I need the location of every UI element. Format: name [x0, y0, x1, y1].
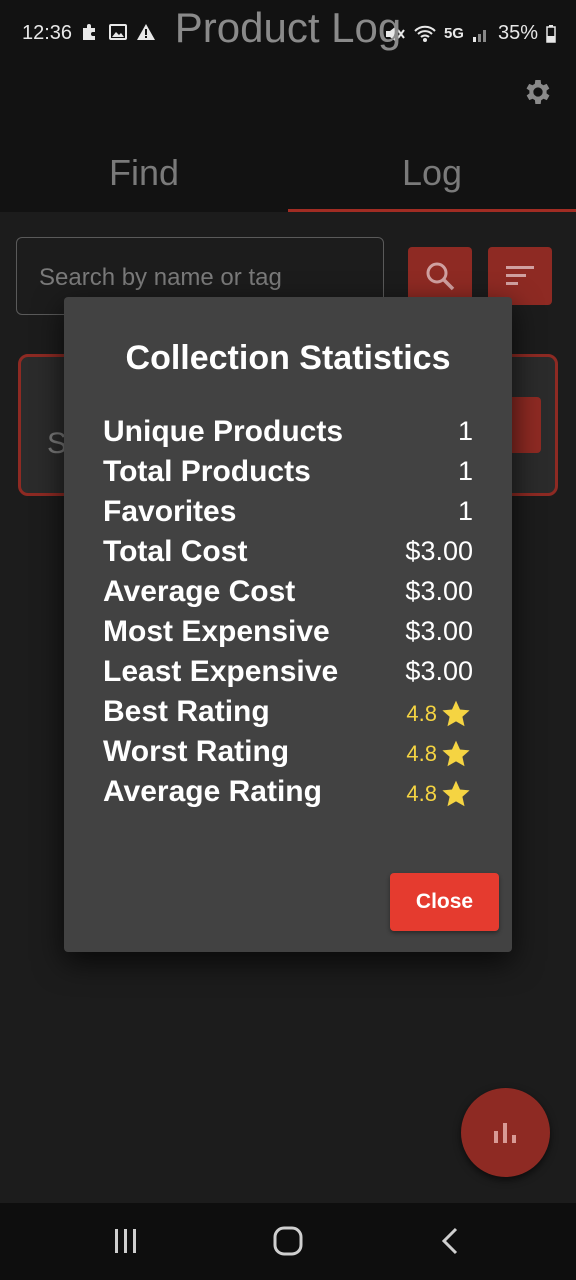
stat-value: $3.00: [405, 536, 473, 566]
stat-row-total-cost: Total Cost $3.00: [103, 535, 473, 575]
stat-row-least-expensive: Least Expensive $3.00: [103, 655, 473, 695]
tab-bar: Find Log: [0, 144, 576, 212]
rating-value: 4.8: [406, 698, 473, 730]
stat-value: 1: [457, 496, 473, 526]
back-icon[interactable]: [430, 1225, 470, 1257]
stat-row-favorites: Favorites 1: [103, 495, 473, 535]
gear-icon[interactable]: [522, 76, 554, 108]
star-icon: [442, 700, 470, 727]
stat-label: Favorites: [103, 495, 237, 528]
bar-chart-icon: [494, 1123, 516, 1143]
recent-apps-icon[interactable]: [106, 1225, 146, 1257]
stat-label: Average Rating: [103, 775, 322, 808]
stat-label: Average Cost: [103, 575, 296, 608]
stat-label: Most Expensive: [103, 615, 330, 648]
stat-value: 1: [457, 416, 473, 446]
stat-value: 1: [457, 456, 473, 486]
dialog-title: Collection Statistics: [125, 339, 451, 377]
stat-row-average-cost: Average Cost $3.00: [103, 575, 473, 615]
stat-label: Total Cost: [103, 535, 248, 568]
stat-label: Unique Products: [103, 415, 344, 448]
stat-row-average-rating: Average Rating 4.8: [103, 775, 473, 815]
stat-row-total-products: Total Products 1: [103, 455, 473, 495]
app-bar: Product Log Find Log: [0, 4, 576, 212]
statistics-dialog: Collection Statistics Unique Products 1 …: [64, 297, 512, 952]
rating-value: 4.8: [406, 778, 473, 810]
stat-label: Best Rating: [103, 695, 270, 728]
rating-value: 4.8: [406, 738, 473, 770]
stat-label: Worst Rating: [103, 735, 290, 768]
stat-row-best-rating: Best Rating 4.8: [103, 695, 473, 735]
star-icon: [442, 780, 470, 807]
statistics-fab[interactable]: [461, 1088, 550, 1177]
star-icon: [442, 740, 470, 767]
system-nav-bar: [0, 1203, 576, 1280]
tab-log[interactable]: Log: [288, 144, 576, 212]
home-icon[interactable]: [268, 1225, 308, 1257]
search-icon: [426, 262, 455, 291]
sort-icon: [506, 266, 534, 285]
stat-row-worst-rating: Worst Rating 4.8: [103, 735, 473, 775]
search-placeholder: Search by name or tag: [39, 264, 282, 291]
stat-value: $3.00: [405, 656, 473, 686]
stat-label: Total Products: [103, 455, 311, 488]
stat-value: $3.00: [405, 576, 473, 606]
stat-label: Least Expensive: [103, 655, 339, 688]
stat-row-most-expensive: Most Expensive $3.00: [103, 615, 473, 655]
rating-number: 4.8: [406, 701, 437, 726]
stats-list: Unique Products 1 Total Products 1 Favor…: [103, 415, 473, 815]
close-button[interactable]: Close: [390, 873, 499, 931]
stat-value: $3.00: [405, 616, 473, 646]
stat-row-unique-products: Unique Products 1: [103, 415, 473, 455]
page-title: Product Log: [174, 4, 402, 51]
rating-number: 4.8: [406, 781, 437, 806]
tab-find[interactable]: Find: [0, 144, 288, 212]
rating-number: 4.8: [406, 741, 437, 766]
